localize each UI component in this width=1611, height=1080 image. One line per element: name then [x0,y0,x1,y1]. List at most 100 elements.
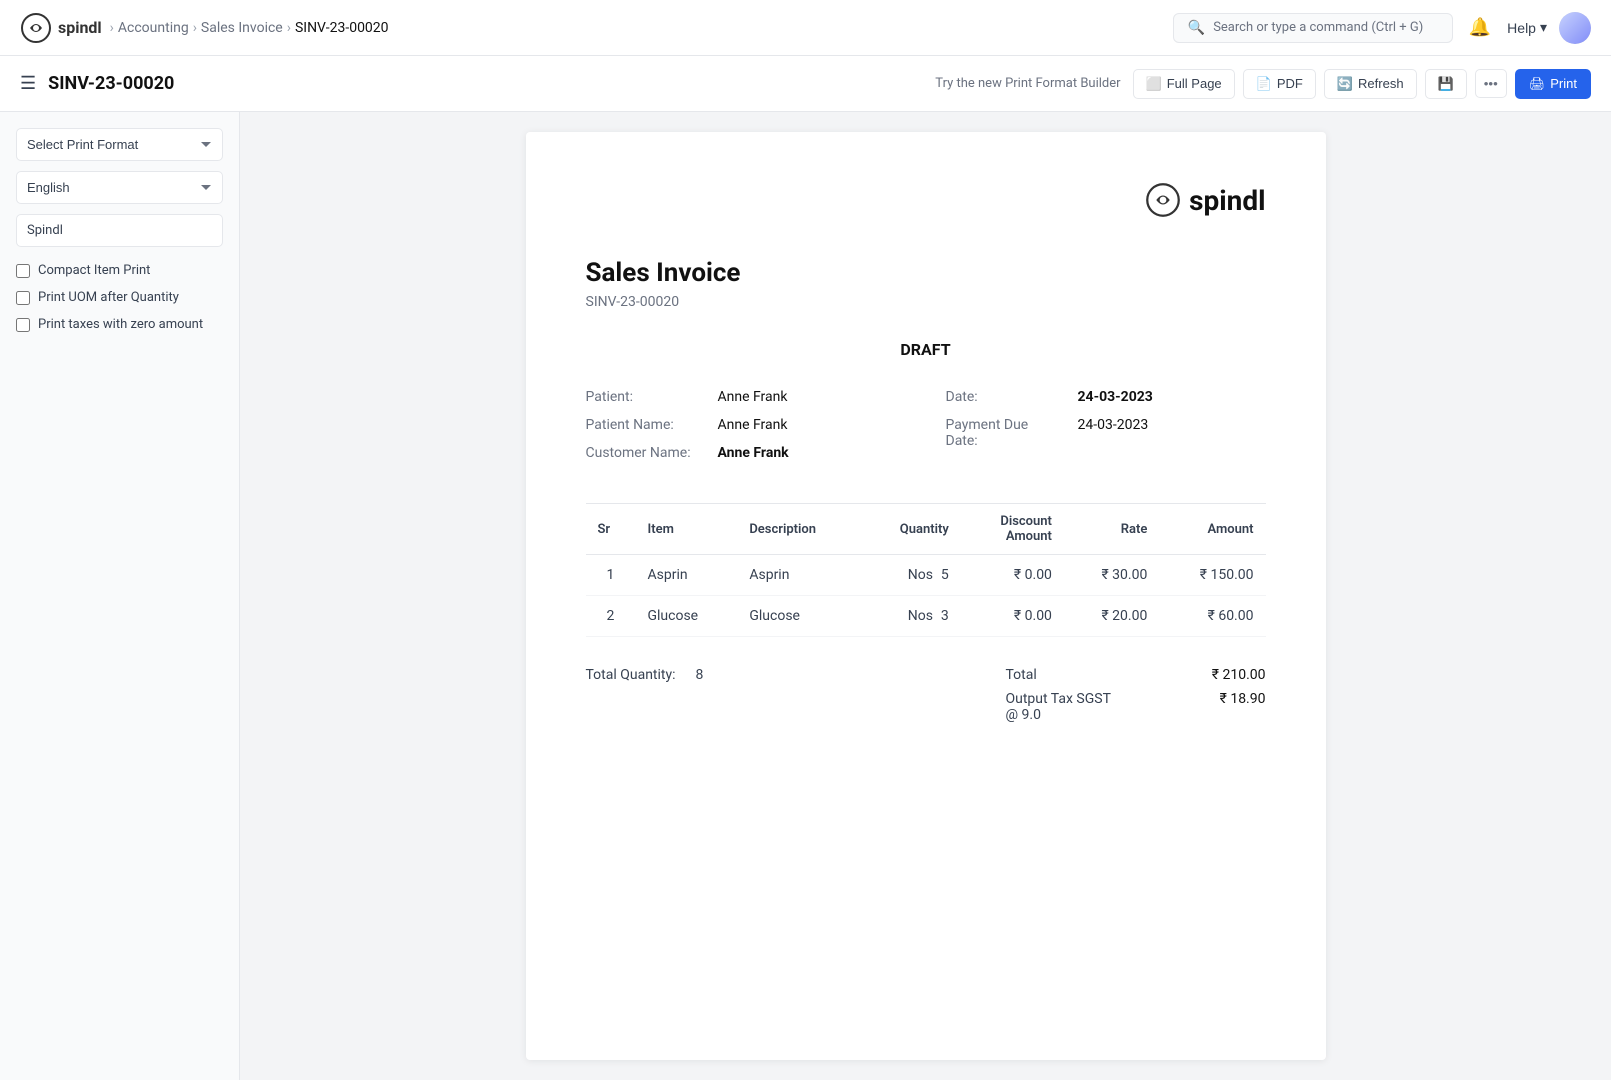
breadcrumb-current: SINV-23-00020 [295,20,389,36]
row-discount: ₹ 0.00 [961,596,1064,637]
col-description: Description [737,504,861,555]
full-page-label: Full Page [1167,76,1222,91]
language-select[interactable]: English [16,171,223,204]
date-row: Date: 24-03-2023 [946,389,1266,405]
nav-right: 🔍 Search or type a command (Ctrl + G) 🔔 … [1173,12,1591,44]
print-icon: 🖨 [1529,76,1546,92]
total-label: Total [1006,667,1037,683]
invoice-content: spindl Sales Invoice SINV-23-00020 DRAFT… [240,112,1611,1080]
refresh-label: Refresh [1358,76,1404,91]
pdf-button[interactable]: 📄 PDF [1243,69,1316,99]
breadcrumb-sales-invoice[interactable]: Sales Invoice [201,20,283,36]
output-tax-value: ₹ 18.90 [1220,691,1266,723]
invoice-table: Sr Item Description Quantity DiscountAmo… [586,503,1266,637]
totals-section: Total Quantity: 8 Total ₹ 210.00 Output … [586,667,1266,731]
search-bar[interactable]: 🔍 Search or type a command (Ctrl + G) [1173,13,1453,43]
invoice-card: spindl Sales Invoice SINV-23-00020 DRAFT… [526,132,1326,1060]
search-icon: 🔍 [1188,20,1205,36]
totals-right: Total ₹ 210.00 Output Tax SGST@ 9.0 ₹ 18… [1006,667,1266,731]
header-bar: ☰ SINV-23-00020 Try the new Print Format… [0,56,1611,112]
menu-toggle-button[interactable]: ☰ [20,73,36,94]
more-icon: ••• [1484,76,1498,91]
compact-item-print-option[interactable]: Compact Item Print [16,263,223,278]
help-button[interactable]: Help ▾ [1507,19,1547,36]
compact-item-print-checkbox[interactable] [16,264,30,278]
notification-button[interactable]: 🔔 [1465,13,1495,42]
patient-name-value: Anne Frank [718,417,788,433]
col-item: Item [635,504,737,555]
sidebar: Select Print Format English Spindl Compa… [0,112,240,1080]
help-label: Help [1507,20,1536,36]
row-quantity: Nos5 [861,555,961,596]
output-tax-row: Output Tax SGST@ 9.0 ₹ 18.90 [1006,691,1266,723]
patient-name-label: Patient Name: [586,417,706,433]
avatar[interactable] [1559,12,1591,44]
row-item: Glucose [635,596,737,637]
save-button[interactable]: 💾 [1425,69,1467,99]
print-uom-option[interactable]: Print UOM after Quantity [16,290,223,305]
total-quantity-row: Total Quantity: 8 [586,667,704,683]
patient-name-row: Patient Name: Anne Frank [586,417,906,433]
pdf-icon: 📄 [1256,76,1272,92]
breadcrumb: › Accounting › Sales Invoice › SINV-23-0… [110,20,389,36]
top-navigation: spindl › Accounting › Sales Invoice › SI… [0,0,1611,56]
invoice-title: Sales Invoice [586,258,1266,288]
invoice-logo-text: spindl [1145,182,1265,218]
print-label: Print [1550,76,1577,91]
row-description: Glucose [737,596,861,637]
row-item: Asprin [635,555,737,596]
page-title: SINV-23-00020 [48,73,174,94]
total-row: Total ₹ 210.00 [1006,667,1266,683]
print-button[interactable]: 🖨 Print [1515,69,1591,99]
total-quantity-value: 8 [696,667,704,683]
table-row: 2 Glucose Glucose Nos3 ₹ 0.00 ₹ 20.00 ₹ … [586,596,1266,637]
print-zero-tax-label: Print taxes with zero amount [38,317,203,332]
invoice-number: SINV-23-00020 [586,294,1266,310]
patient-value: Anne Frank [718,389,788,405]
chevron-down-icon: ▾ [1540,19,1547,36]
invoice-info-left: Patient: Anne Frank Patient Name: Anne F… [586,389,906,473]
main-layout: Select Print Format English Spindl Compa… [0,112,1611,1080]
header-actions: Try the new Print Format Builder ⬜ Full … [935,69,1591,99]
totals-left: Total Quantity: 8 [586,667,704,683]
print-zero-tax-checkbox[interactable] [16,318,30,332]
payment-due-label: Payment DueDate: [946,417,1066,449]
breadcrumb-accounting[interactable]: Accounting [118,20,189,36]
row-rate: ₹ 30.00 [1064,555,1159,596]
header-left: ☰ SINV-23-00020 [20,73,174,94]
total-value: ₹ 210.00 [1212,667,1266,683]
invoice-info: Patient: Anne Frank Patient Name: Anne F… [586,389,1266,473]
search-placeholder: Search or type a command (Ctrl + G) [1213,20,1423,35]
col-rate: Rate [1064,504,1159,555]
patient-label: Patient: [586,389,706,405]
output-tax-label: Output Tax SGST@ 9.0 [1006,691,1111,723]
print-format-select[interactable]: Select Print Format [16,128,223,161]
full-page-icon: ⬜ [1146,76,1162,92]
more-options-button[interactable]: ••• [1475,69,1507,98]
print-zero-tax-option[interactable]: Print taxes with zero amount [16,317,223,332]
print-uom-checkbox[interactable] [16,291,30,305]
company-name: Spindl [16,214,223,247]
payment-due-row: Payment DueDate: 24-03-2023 [946,417,1266,449]
customer-name-value: Anne Frank [718,445,789,461]
col-amount: Amount [1159,504,1265,555]
date-label: Date: [946,389,1066,405]
full-page-button[interactable]: ⬜ Full Page [1133,69,1235,99]
row-sr: 2 [586,596,636,637]
print-format-builder-text: Try the new Print Format Builder [935,76,1120,91]
row-amount: ₹ 60.00 [1159,596,1265,637]
invoice-info-right: Date: 24-03-2023 Payment DueDate: 24-03-… [946,389,1266,473]
col-sr: Sr [586,504,636,555]
customer-name-label: Customer Name: [586,445,706,461]
pdf-label: PDF [1277,76,1303,91]
logo-text: spindl [58,18,102,37]
row-amount: ₹ 150.00 [1159,555,1265,596]
row-description: Asprin [737,555,861,596]
payment-due-value: 24-03-2023 [1078,417,1149,433]
row-quantity: Nos3 [861,596,961,637]
invoice-status: DRAFT [586,340,1266,359]
logo-brand: spindl [1189,184,1265,217]
refresh-button[interactable]: 🔄 Refresh [1324,69,1417,99]
save-icon: 💾 [1438,76,1454,92]
print-uom-label: Print UOM after Quantity [38,290,179,305]
